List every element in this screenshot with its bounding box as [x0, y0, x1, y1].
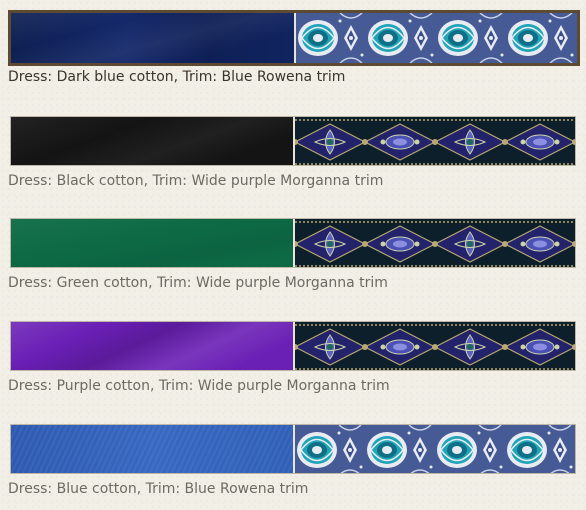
style-swatch[interactable]	[10, 218, 576, 268]
fabric-swatch-purple	[11, 322, 293, 370]
style-swatch[interactable]	[10, 321, 576, 371]
fabric-swatch-black	[11, 117, 293, 165]
fabric-swatch-green	[11, 219, 293, 267]
trim-swatch-blue-rowena	[294, 13, 577, 63]
option-caption: Dress: Blue cotton, Trim: Blue Rowena tr…	[8, 481, 309, 497]
trim-swatch-purple-morganna	[293, 117, 575, 165]
trim-swatch-purple-morganna	[293, 322, 575, 370]
style-swatch[interactable]	[10, 116, 576, 166]
option-caption: Dress: Black cotton, Trim: Wide purple M…	[8, 173, 384, 189]
option-caption: Dress: Purple cotton, Trim: Wide purple …	[8, 378, 390, 394]
trim-swatch-purple-morganna	[293, 219, 575, 267]
option-caption: Dress: Dark blue cotton, Trim: Blue Rowe…	[8, 69, 346, 85]
option-caption: Dress: Green cotton, Trim: Wide purple M…	[8, 275, 388, 291]
fabric-swatch-dark-blue	[11, 13, 294, 63]
style-swatch[interactable]	[10, 424, 576, 474]
style-swatch[interactable]	[8, 10, 580, 66]
trim-swatch-blue-rowena	[293, 425, 575, 473]
fabric-swatch-blue	[11, 425, 293, 473]
